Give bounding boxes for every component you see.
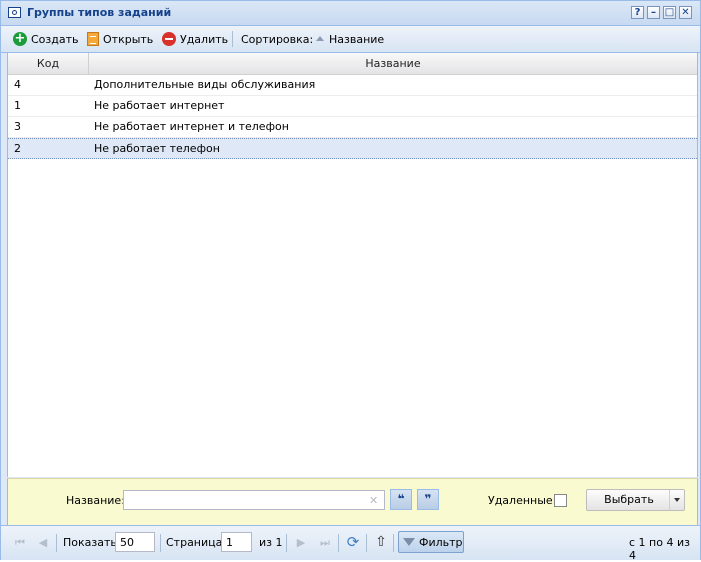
open-button-label: Открыть	[103, 32, 154, 46]
pager-separator	[286, 534, 287, 552]
row-code: 4	[14, 78, 21, 91]
minus-icon	[162, 32, 176, 46]
table-row-selected[interactable]: 2 Не работает телефон	[8, 138, 697, 159]
table-row[interactable]: 4 Дополнительные виды обслуживания	[8, 75, 697, 96]
maximize-button[interactable]: □	[663, 6, 676, 19]
row-code: 2	[14, 142, 21, 155]
window-title: Группы типов заданий	[27, 6, 172, 19]
prev-page-icon[interactable]: ◀	[37, 537, 49, 549]
filter-toggle-label: Фильтр	[419, 535, 463, 549]
toolbar: + Создать Открыть Удалить Сортировка: На…	[1, 26, 700, 53]
pager-separator	[160, 534, 161, 552]
paging-summary: с 1 по 4 из 4	[629, 536, 690, 562]
first-page-icon[interactable]: ⏮	[14, 537, 26, 549]
quote-open-button[interactable]: ❝	[390, 489, 412, 510]
sort-ascending-icon	[316, 36, 325, 42]
row-name: Не работает телефон	[94, 142, 220, 155]
select-button-label: Выбрать	[604, 493, 654, 506]
last-page-icon[interactable]: ⏭	[319, 537, 331, 549]
row-name: Дополнительные виды обслуживания	[94, 78, 316, 91]
page-size-input[interactable]	[115, 532, 155, 552]
page-label: Страница	[166, 536, 223, 549]
refresh-icon[interactable]: ⟳	[345, 534, 361, 550]
create-button[interactable]: + Создать	[13, 30, 79, 48]
export-icon[interactable]: ⇧	[373, 534, 389, 550]
sort-field-label: Название	[329, 32, 385, 46]
page-count-label: из 1	[259, 536, 283, 549]
column-header-name[interactable]: Название	[89, 53, 697, 74]
funnel-icon	[403, 538, 415, 546]
deleted-checkbox[interactable]	[554, 494, 567, 507]
row-name: Не работает интернет и телефон	[94, 120, 289, 133]
row-name: Не работает интернет	[94, 99, 225, 112]
row-code: 3	[14, 120, 21, 133]
dialog-window: Группы типов заданий ? – □ ✕ + Создать О…	[0, 0, 701, 562]
pager-separator	[393, 534, 394, 552]
name-filter-label: Название:	[66, 494, 125, 507]
window-icon	[8, 7, 21, 18]
row-code: 1	[14, 99, 21, 112]
document-icon	[87, 32, 99, 46]
select-button[interactable]: Выбрать	[586, 489, 685, 511]
filter-toggle-button[interactable]: Фильтр	[398, 531, 464, 553]
pager-separator	[338, 534, 339, 552]
page-size-label: Показать	[63, 536, 117, 549]
create-button-label: Создать	[31, 32, 79, 46]
close-button[interactable]: ✕	[679, 6, 692, 19]
delete-button[interactable]: Удалить	[162, 30, 228, 48]
pager-separator	[56, 534, 57, 552]
filter-panel: Название: ✕ ❝ ❞ Удаленные: Выбрать	[7, 478, 698, 525]
open-button[interactable]: Открыть	[87, 30, 153, 48]
help-button[interactable]: ?	[631, 6, 644, 19]
delete-button-label: Удалить	[180, 32, 229, 46]
quote-close-button[interactable]: ❞	[417, 489, 439, 510]
pager-separator	[366, 534, 367, 552]
sort-label: Сортировка:	[241, 32, 314, 46]
grid-header: Код Название	[8, 53, 697, 75]
toolbar-separator	[232, 31, 233, 47]
name-filter-input[interactable]	[123, 490, 385, 510]
deleted-label: Удаленные:	[488, 494, 557, 507]
clear-icon[interactable]: ✕	[369, 494, 378, 507]
title-bar[interactable]: Группы типов заданий ? – □ ✕	[1, 1, 700, 26]
paging-toolbar: ⏮ ◀ Показать Страница из 1 ▶ ⏭ ⟳ ⇧ Фильт…	[1, 525, 700, 562]
minimize-button[interactable]: –	[647, 6, 660, 19]
column-header-code[interactable]: Код	[8, 53, 88, 74]
chevron-down-icon[interactable]	[669, 490, 684, 510]
sort-field-button[interactable]: Название	[316, 30, 384, 48]
table-row[interactable]: 3 Не работает интернет и телефон	[8, 117, 697, 138]
data-grid: Код Название 4 Дополнительные виды обслу…	[7, 53, 698, 477]
table-row[interactable]: 1 Не работает интернет	[8, 96, 697, 117]
plus-icon: +	[13, 31, 27, 46]
page-number-input[interactable]	[221, 532, 252, 552]
next-page-icon[interactable]: ▶	[295, 537, 307, 549]
